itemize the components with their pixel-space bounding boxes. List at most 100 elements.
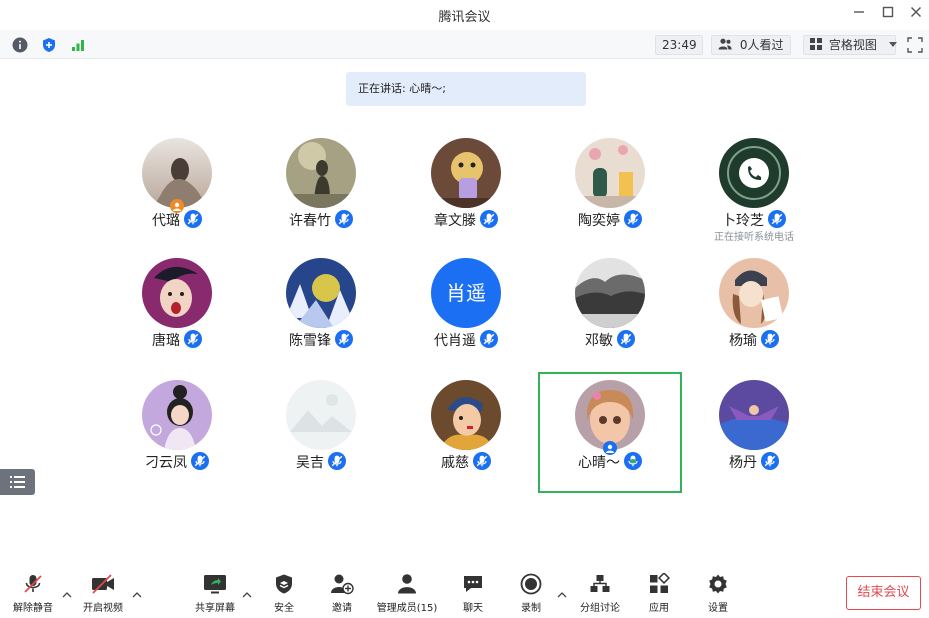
avatar [575, 380, 645, 450]
participant-tile[interactable]: 杨瑜 [684, 250, 824, 368]
participant-tile[interactable]: 唐璐 [107, 250, 247, 368]
participant-name-row: 杨瑜 [684, 330, 824, 352]
participant-name: 心晴～ [578, 455, 620, 471]
info-icon[interactable] [12, 37, 28, 53]
record-options-caret-icon[interactable] [556, 585, 568, 598]
breakout-rooms-button[interactable]: 分组讨论 [570, 573, 630, 615]
share-options-caret-icon[interactable] [241, 585, 253, 598]
record-label: 录制 [521, 603, 541, 614]
avatar [142, 258, 212, 328]
participant-name-row: 戚慈 [396, 452, 536, 474]
microphone-muted-icon [473, 452, 491, 474]
viewer-count-button[interactable]: 0人看过 [711, 35, 791, 55]
participant-name-row: 章文滕 [396, 210, 536, 232]
speaking-banner: 正在讲话: 心晴～; [346, 72, 586, 106]
participant-name-row: 唐璐 [107, 330, 247, 352]
participant-tile[interactable]: 章文滕 [396, 130, 536, 248]
microphone-muted-icon [761, 330, 779, 352]
grid-view-icon [810, 38, 822, 50]
share-screen-button[interactable]: 共享屏幕 [185, 573, 245, 615]
microphone-active-icon [624, 452, 642, 474]
participant-tile[interactable]: 肖遥 代肖遥 [396, 250, 536, 368]
participant-name: 章文滕 [434, 213, 476, 229]
video-options-caret-icon[interactable] [131, 585, 143, 598]
participant-tile[interactable]: 陶奕婷 [540, 130, 680, 248]
participant-name: 戚慈 [441, 455, 469, 471]
participant-name: 许春竹 [289, 213, 331, 229]
signal-strength-icon[interactable] [70, 37, 86, 53]
participant-tile[interactable]: 杨丹 [684, 372, 824, 490]
caret-down-icon [888, 42, 897, 47]
participant-name: 杨丹 [729, 455, 757, 471]
participant-name-row: 代肖遥 [396, 330, 536, 352]
participant-tile[interactable]: 邓敏 [540, 250, 680, 368]
microphone-muted-icon [335, 210, 353, 232]
status-bar: 23:49 0人看过 宫格视图 [0, 30, 929, 59]
start-video-button[interactable]: 开启视频 [73, 573, 133, 615]
fullscreen-icon[interactable] [907, 37, 923, 53]
participant-tile[interactable]: 吴吉 [251, 372, 391, 490]
participant-tile[interactable]: 戚慈 [396, 372, 536, 490]
chat-label: 聊天 [463, 603, 483, 614]
maximize-icon[interactable] [878, 5, 898, 25]
share-screen-icon [204, 575, 226, 594]
start-video-label: 开启视频 [83, 603, 123, 614]
breakout-rooms-icon [590, 575, 610, 592]
microphone-muted-icon [624, 210, 642, 232]
end-meeting-button[interactable]: 结束会议 [846, 576, 921, 610]
participant-name: 刁云凤 [145, 455, 187, 471]
participant-status: 正在接听系统电话 [714, 232, 794, 243]
participant-tile[interactable]: 代璐 [107, 130, 247, 248]
settings-button[interactable]: 设置 [688, 573, 748, 615]
viewer-count-label: 0人看过 [739, 38, 784, 52]
participant-tile[interactable]: 陈雪锋 [251, 250, 391, 368]
view-mode-label: 宫格视图 [828, 38, 877, 52]
unmute-button[interactable]: 解除静音 [3, 573, 63, 615]
microphone-muted-icon [480, 330, 498, 352]
participant-name-row: 代璐 [107, 210, 247, 232]
participant-name: 陶奕婷 [578, 213, 620, 229]
avatar [719, 138, 789, 208]
record-button[interactable]: 录制 [501, 573, 561, 615]
shield-icon[interactable] [41, 37, 57, 53]
microphone-muted-icon [617, 330, 635, 352]
invite-label: 邀请 [332, 603, 352, 614]
participant-name-row: 吴吉 [251, 452, 391, 474]
participant-tile[interactable]: 卜玲芝 正在接听系统电话 [684, 130, 824, 248]
apps-button[interactable]: 应用 [629, 573, 689, 615]
participant-tile-active-speaker[interactable]: 心晴～ [538, 372, 682, 493]
participant-name-row: 陈雪锋 [251, 330, 391, 352]
participant-tile[interactable]: 许春竹 [251, 130, 391, 248]
participant-name-row: 杨丹 [684, 452, 824, 474]
avatar [719, 380, 789, 450]
participant-name-row: 许春竹 [251, 210, 391, 232]
invite-button[interactable]: 邀请 [312, 573, 372, 615]
camera-off-icon [92, 574, 114, 594]
unmute-label: 解除静音 [13, 603, 53, 614]
chat-button[interactable]: 聊天 [443, 573, 503, 615]
chat-bubble-icon [464, 576, 482, 592]
share-screen-label: 共享屏幕 [195, 603, 235, 614]
close-icon[interactable] [906, 5, 926, 25]
minimize-icon[interactable] [849, 5, 869, 25]
member-list-toggle-button[interactable] [0, 469, 35, 495]
avatar [142, 380, 212, 450]
participant-name: 唐璐 [152, 333, 180, 349]
security-label: 安全 [274, 603, 294, 614]
microphone-muted-icon [335, 330, 353, 352]
participant-tile[interactable]: 刁云凤 [107, 372, 247, 490]
window-title: 腾讯会议 [438, 10, 491, 25]
avatar [286, 380, 356, 450]
avatar [575, 258, 645, 328]
avatar [431, 138, 501, 208]
participant-name: 吴吉 [296, 455, 324, 471]
manage-members-button[interactable]: 管理成员(15) [370, 573, 444, 615]
audio-options-caret-icon[interactable] [61, 585, 73, 598]
view-mode-select[interactable]: 宫格视图 [803, 35, 897, 55]
microphone-muted-icon [761, 452, 779, 474]
user-icon [718, 38, 732, 50]
meeting-timer: 23:49 [655, 35, 703, 55]
microphone-muted-icon [328, 452, 346, 474]
avatar [142, 138, 212, 208]
security-button[interactable]: 安全 [254, 573, 314, 615]
